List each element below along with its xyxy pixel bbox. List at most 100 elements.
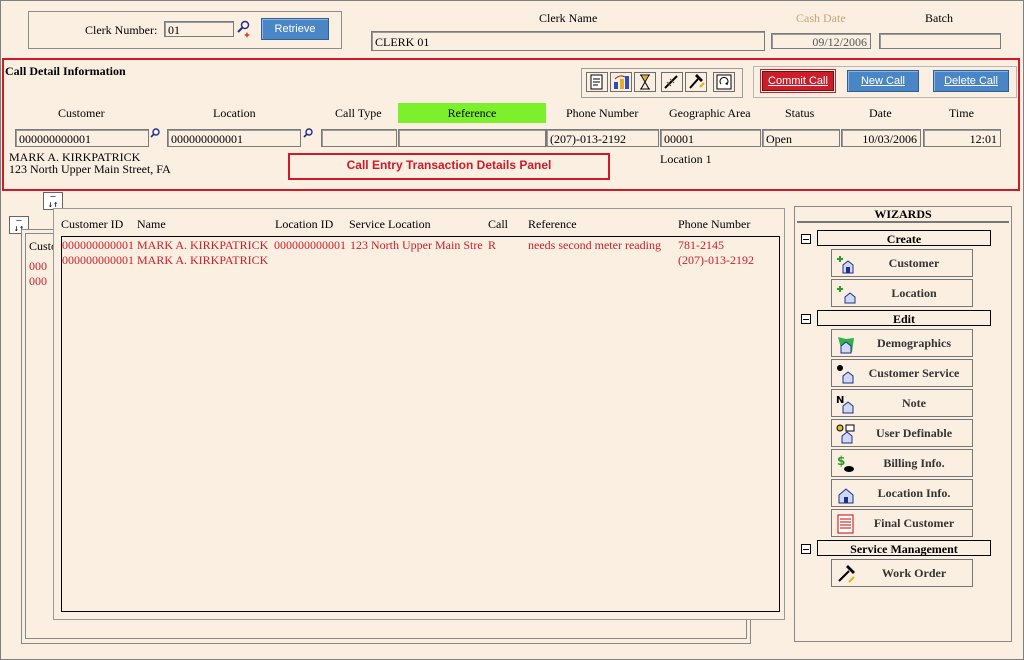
status-input[interactable]: Open [762, 129, 840, 147]
cell-phone: (207)-013-2192 [678, 253, 754, 267]
svg-text:N: N [836, 395, 844, 406]
wizard-edit-note[interactable]: N Note [831, 389, 973, 417]
geo-area-input[interactable]: 00001 [660, 129, 761, 147]
cell-name: MARK A. KIRKPATRICK [137, 253, 269, 267]
note-icon: N [836, 395, 854, 414]
wizard-edit-billing-info-label: Billing Info. [883, 456, 945, 470]
customer-service-icon [837, 365, 854, 384]
commit-call-label: Commit Call [768, 75, 828, 87]
edit-section-label: Edit [892, 312, 915, 326]
demographics-icon [838, 337, 854, 354]
wizard-edit-demographics[interactable]: Demographics [831, 329, 973, 357]
call-type-header: Call Type [335, 106, 382, 120]
call-type-input[interactable] [321, 129, 397, 147]
transfer-icon [614, 75, 629, 89]
delete-call-button[interactable]: Delete Call [933, 70, 1009, 92]
customer-search-icon[interactable] [150, 128, 160, 138]
location-input[interactable]: 000000000001 [167, 129, 301, 147]
time-input[interactable]: 12:01 [923, 129, 1001, 147]
grid-header-service-location: Service Location [349, 217, 431, 231]
batch-field[interactable] [879, 33, 1001, 49]
reference-header: Reference [398, 103, 546, 123]
grid-header-call: Call [488, 217, 508, 231]
cell-service-location: 123 North Upper Main Stre [350, 238, 483, 252]
wizard-edit-final-customer-label: Final Customer [873, 516, 955, 530]
cash-date-label: Cash Date [796, 11, 846, 25]
cell-name: MARK A. KIRKPATRICK [137, 238, 269, 252]
add-location-icon [837, 286, 856, 304]
time-header: Time [949, 106, 974, 120]
wizard-work-order-label: Work Order [881, 566, 947, 580]
wizard-work-order[interactable]: Work Order [831, 559, 973, 587]
service-management-collapse-toggle[interactable] [801, 544, 811, 554]
toolbar-notes-button[interactable] [586, 72, 608, 92]
wizard-edit-customer-service[interactable]: Customer Service [831, 359, 973, 387]
location-search-icon[interactable] [303, 128, 313, 138]
wizard-edit-location-info-label: Location Info. [877, 486, 951, 500]
table-row[interactable]: 000000000001 MARK A. KIRKPATRICK (207)-0… [62, 253, 778, 268]
clerk-number-label: Clerk Number: [85, 23, 158, 37]
notes-icon [590, 74, 603, 90]
clerk-number-input[interactable]: 01 [164, 21, 234, 37]
wizard-edit-location-info[interactable]: Location Info. [831, 479, 973, 507]
stacked-grid-row[interactable]: 000 [29, 259, 55, 274]
grid-header-location-id: Location ID [275, 217, 334, 231]
location-header: Location [213, 106, 256, 120]
wizard-edit-demographics-label: Demographics [877, 336, 951, 350]
grid-header-reference: Reference [528, 217, 577, 231]
wizard-edit-note-label: Note [902, 396, 926, 410]
create-section-header[interactable]: Create [817, 230, 991, 246]
create-section-label: Create [886, 232, 922, 246]
grid-header-name: Name [137, 217, 166, 231]
toolbar-hourglass-button[interactable] [634, 72, 656, 92]
svg-text:$: $ [837, 454, 845, 468]
cash-date-field: 09/12/2006 [771, 33, 871, 49]
toolbar-hammer-button[interactable] [685, 72, 707, 92]
new-call-label: New Call [860, 75, 905, 87]
cell-customer-id: 000000000001 [62, 253, 134, 267]
wizard-create-customer[interactable]: Customer [831, 249, 973, 277]
phone-input[interactable]: (207)-013-2192 [546, 129, 659, 147]
clerk-name-label: Clerk Name [539, 11, 598, 25]
user-definable-icon [836, 424, 855, 444]
delete-call-label: Delete Call [944, 75, 998, 87]
panel-caption-text: Call Entry Transaction Details Panel [346, 158, 552, 172]
wizard-create-location[interactable]: Location [831, 279, 973, 307]
cell-customer-id: 000000000001 [62, 238, 134, 252]
edit-collapse-toggle[interactable] [801, 314, 811, 324]
clerk-name-field: CLERK 01 [371, 31, 765, 51]
reference-header-label: Reference [447, 106, 497, 120]
table-row[interactable]: 000000000001 MARK A. KIRKPATRICK 0000000… [62, 238, 778, 253]
cell-phone: 781-2145 [678, 238, 724, 252]
wizard-edit-customer-service-label: Customer Service [868, 366, 960, 380]
grid-body [61, 236, 780, 612]
wizard-edit-billing-info[interactable]: $ Billing Info. [831, 449, 973, 477]
service-management-section-header[interactable]: Service Management [817, 540, 991, 556]
hammer-icon [689, 74, 705, 89]
add-customer-icon [837, 256, 854, 274]
final-customer-icon [837, 514, 854, 534]
retrieve-button[interactable]: Retrieve [261, 18, 329, 40]
service-management-section-label: Service Management [850, 542, 958, 556]
shovel-icon [664, 75, 678, 89]
cell-call: R [488, 238, 497, 252]
date-input[interactable]: 10/03/2006 [841, 129, 921, 147]
wizard-edit-user-definable[interactable]: User Definable [831, 419, 973, 447]
new-call-button[interactable]: New Call [847, 70, 919, 92]
toolbar-shovel-button[interactable] [661, 72, 683, 92]
cell-reference: needs second meter reading [528, 238, 661, 252]
reference-input[interactable] [398, 129, 546, 147]
search-icon[interactable] [236, 20, 252, 38]
wizard-edit-final-customer[interactable]: Final Customer [831, 509, 973, 537]
create-collapse-toggle[interactable] [801, 234, 811, 244]
status-header: Status [785, 106, 815, 120]
customer-input[interactable]: 000000000001 [15, 129, 149, 147]
toolbar-refresh-button[interactable] [713, 72, 735, 92]
edit-section-header[interactable]: Edit [817, 310, 991, 326]
toolbar-transfer-button[interactable] [610, 72, 632, 92]
location-info-icon [838, 488, 854, 504]
commit-call-button[interactable]: Commit Call [760, 69, 836, 93]
wizard-create-location-label: Location [891, 286, 937, 300]
date-header: Date [869, 106, 892, 120]
stacked-grid-row[interactable]: 000 [29, 274, 55, 289]
